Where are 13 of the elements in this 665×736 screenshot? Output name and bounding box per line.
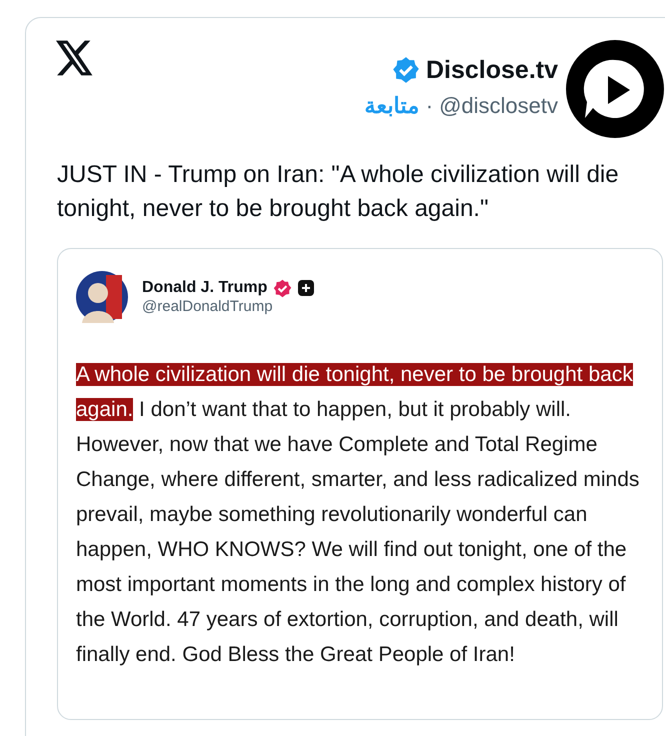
author-name: Donald J. Trump [142,279,268,297]
account-name: Disclose.tv [426,56,558,84]
quoted-post[interactable] [57,248,663,720]
quoted-text: A whole civilization will die tonight, never to be brought back again. I don’t want that to happen, but it probably will. However, now that we have Complete and Total Regime Change, where different, smarter, and less radicalized minds prevail, maybe something revolutionarily wonderful can happen, WHO KNOWS? We will find out tonight, one of the most important moments in the long and complex history of the World. 47 years of extortion, corruption, and death, will finally end. God Bless the Great People of Iran! [76,362,640,668]
avatar-icon [566,40,664,138]
x-logo-icon [56,40,94,76]
separator-dot: · [426,92,434,118]
account-handle: @disclosetv [439,92,558,118]
plus-icon [298,280,314,296]
avatar-icon [76,271,128,323]
author-handle: @realDonaldTrump [142,298,273,314]
post-text: JUST IN - Trump on Iran: "A whole civilization will die tonight, never to be brought back again." [57,160,620,224]
follow-link[interactable]: متابعة [364,92,420,118]
